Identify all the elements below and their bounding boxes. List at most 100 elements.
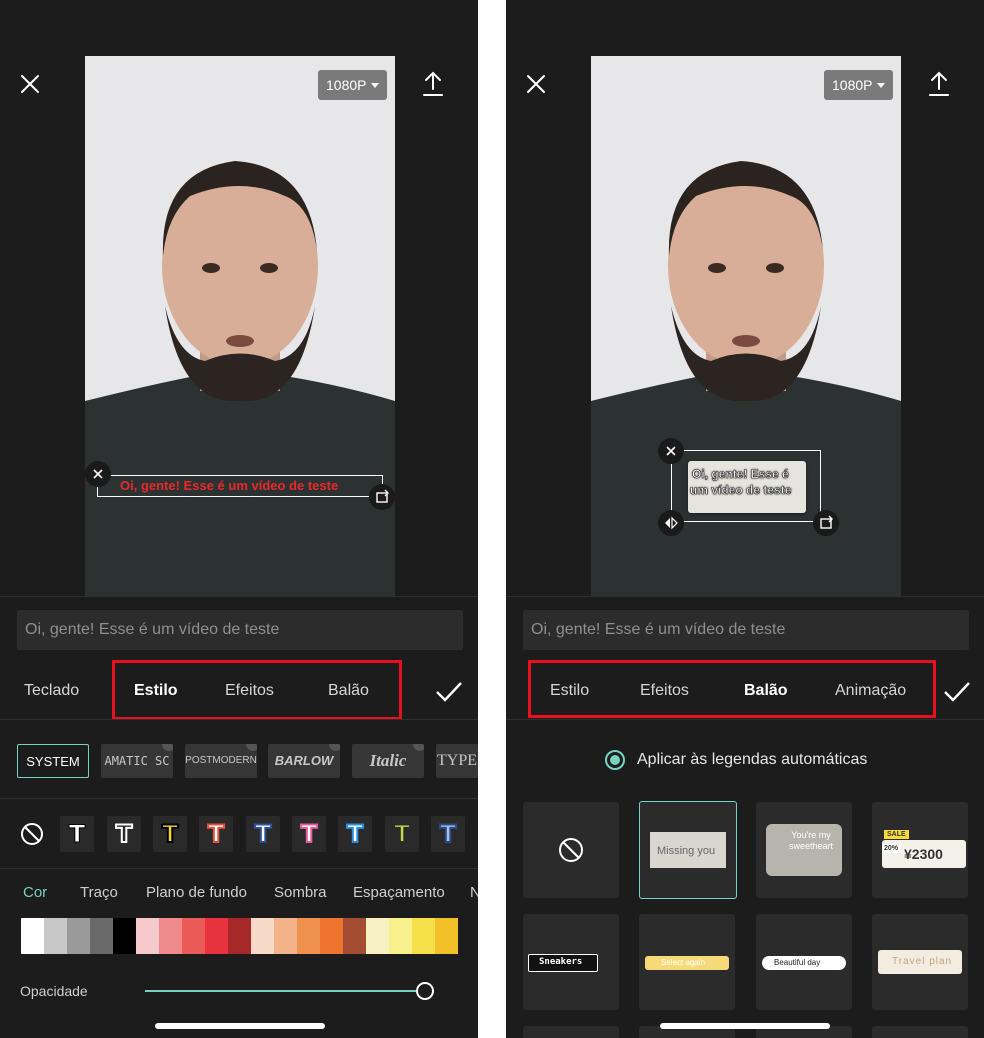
close-icon (666, 446, 676, 456)
color-swatch[interactable] (320, 918, 343, 954)
resolution-button[interactable]: 1080P (824, 70, 893, 100)
color-swatch[interactable] (90, 918, 113, 954)
bubble-sweetheart[interactable]: You're my sweetheart (756, 802, 852, 898)
text-style-yellow[interactable]: T (153, 816, 187, 852)
export-icon[interactable] (926, 70, 952, 98)
color-swatch[interactable] (389, 918, 412, 954)
font-italic[interactable]: Italic (352, 744, 424, 778)
download-icon (413, 744, 424, 751)
style-subtabs: Cor Traço Plano de fundo Sombra Espaçame… (0, 884, 478, 904)
color-swatch[interactable] (182, 918, 205, 954)
caption-text: Oi, gente! Esse é um vídeo de teste (120, 478, 339, 493)
home-indicator (660, 1023, 830, 1029)
export-icon[interactable] (420, 70, 446, 98)
caption-rotate-handle[interactable] (369, 484, 395, 510)
caption-box[interactable]: Oi, gente! Esse é um vídeo de teste (97, 475, 383, 497)
divider (0, 798, 478, 799)
font-type[interactable]: TYPE (436, 744, 478, 778)
tab-teclado[interactable]: Teclado (24, 682, 79, 700)
color-palette (21, 918, 478, 954)
color-swatch[interactable] (136, 918, 159, 954)
resolution-button[interactable]: 1080P (318, 70, 387, 100)
caption-flip-handle[interactable] (658, 510, 684, 536)
caption-text-input[interactable]: Oi, gente! Esse é um vídeo de teste (17, 610, 463, 650)
subtab-cor[interactable]: Cor (23, 884, 47, 901)
bubble-label: You're my sweetheart (788, 830, 834, 851)
text-style-outline[interactable]: T (107, 816, 141, 852)
caption-delete-handle[interactable] (85, 461, 111, 487)
color-swatch[interactable] (113, 918, 136, 954)
bubble-sneakers[interactable]: Sneakers (523, 914, 619, 1010)
download-icon (162, 744, 173, 751)
subtab-plano-de-fundo[interactable]: Plano de fundo (146, 884, 247, 901)
font-postmodern[interactable]: POSTMODERN (185, 744, 257, 778)
bubble-row-3-item[interactable] (523, 1026, 619, 1038)
highlight-box (528, 660, 936, 718)
resolution-label: 1080P (326, 77, 367, 93)
video-preview[interactable]: 1080P Oi, gente! Esse é um vídeo de test… (85, 56, 395, 596)
divider (506, 719, 984, 720)
color-swatch[interactable] (159, 918, 182, 954)
subtab-more[interactable]: N (470, 884, 478, 901)
color-swatch[interactable] (366, 918, 389, 954)
subtab-traco[interactable]: Traço (80, 884, 118, 901)
text-style-lightblue[interactable]: T (431, 816, 465, 852)
subtab-espacamento[interactable]: Espaçamento (353, 884, 445, 901)
bubble-missing-you[interactable]: Missing you (639, 801, 737, 899)
no-style-icon[interactable] (20, 822, 44, 846)
color-swatch[interactable] (44, 918, 67, 954)
text-style-pink-outline[interactable]: T (292, 816, 326, 852)
caption-line-1: Oi, gente! Esse é (692, 467, 789, 482)
opacity-slider-handle[interactable] (416, 982, 434, 1000)
opacity-label: Opacidade (20, 983, 88, 999)
caption-box[interactable]: Oi, gente! Esse é um vídeo de teste (671, 450, 821, 522)
color-swatch[interactable] (274, 918, 297, 954)
subtab-sombra[interactable]: Sombra (274, 884, 327, 901)
bubble-label: Travel plan (892, 956, 953, 967)
text-style-lime[interactable]: T (385, 816, 419, 852)
color-swatch[interactable] (297, 918, 320, 954)
text-style-blue-outline[interactable]: T (246, 816, 280, 852)
confirm-check-icon[interactable] (942, 678, 972, 706)
color-swatch[interactable] (343, 918, 366, 954)
person-image (85, 56, 395, 596)
bubble-travel-plan[interactable]: Travel plan (872, 914, 968, 1010)
home-indicator (155, 1023, 325, 1029)
text-style-red-outline[interactable]: T (199, 816, 233, 852)
font-barlow[interactable]: BARLOW (268, 744, 340, 778)
download-icon (246, 744, 257, 751)
opacity-slider-track[interactable] (145, 990, 425, 992)
bubble-label: Beautiful day (774, 958, 821, 967)
caret-down-icon (371, 83, 379, 88)
video-preview[interactable]: 1080P Oi, gente! Esse é um vídeo de test… (591, 56, 901, 596)
color-swatch[interactable] (67, 918, 90, 954)
close-icon[interactable] (18, 72, 42, 96)
caption-rotate-handle[interactable] (813, 510, 839, 536)
caption-text-input[interactable]: Oi, gente! Esse é um vídeo de teste (523, 610, 969, 650)
divider (0, 868, 478, 869)
color-swatch[interactable] (412, 918, 435, 954)
confirm-check-icon[interactable] (434, 678, 464, 706)
font-label: Italic (369, 751, 407, 770)
text-style-cyan-outline[interactable]: T (338, 816, 372, 852)
bubble-beautiful-day[interactable]: Beautiful day (756, 914, 852, 1010)
bubble-label: Missing you (657, 845, 716, 857)
caption-delete-handle[interactable] (658, 438, 684, 464)
bubble-row-3-item[interactable] (872, 1026, 968, 1038)
color-swatch[interactable] (205, 918, 228, 954)
bubble-price-tag[interactable]: ¥2300 SALE 20% (872, 802, 968, 898)
color-swatch[interactable] (435, 918, 458, 954)
text-style-white[interactable]: T (60, 816, 94, 852)
auto-caption-label: Aplicar às legendas automáticas (637, 751, 868, 768)
bubble-select-again[interactable]: Select again (639, 914, 735, 1010)
color-swatch[interactable] (251, 918, 274, 954)
font-system[interactable]: SYSTEM (17, 744, 89, 778)
bubble-none[interactable] (523, 802, 619, 898)
color-swatch[interactable] (21, 918, 44, 954)
font-amatic[interactable]: AMATIC SC (101, 744, 173, 778)
color-swatch[interactable] (228, 918, 251, 954)
close-icon[interactable] (524, 72, 548, 96)
resolution-label: 1080P (832, 77, 873, 93)
font-label: BARLOW (274, 753, 334, 768)
auto-caption-radio[interactable] (605, 750, 625, 770)
